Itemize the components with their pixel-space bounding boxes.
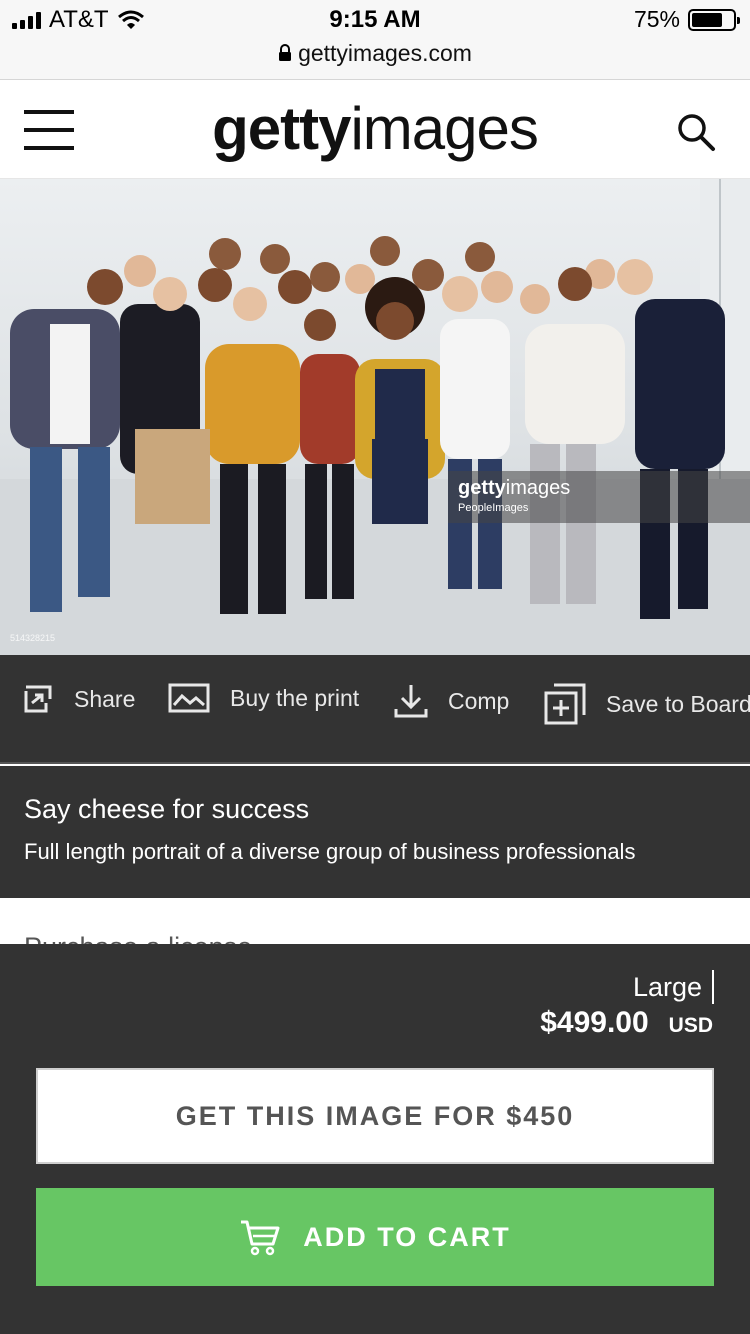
purchase-panel: Large $499.00 USD GET THIS IMAGE FOR $45… — [0, 944, 750, 1334]
group-photo-illustration — [0, 179, 750, 655]
size-selector[interactable]: Large — [633, 970, 714, 1004]
share-label: Share — [74, 685, 136, 712]
buy-print-button[interactable]: Buy the print — [168, 683, 359, 713]
photographer-credit: PeopleImages — [458, 502, 529, 514]
add-to-cart-button[interactable]: ADD TO CART — [36, 1188, 714, 1286]
get-image-button[interactable]: GET THIS IMAGE FOR $450 — [36, 1068, 714, 1164]
add-to-cart-label: ADD TO CART — [303, 1221, 511, 1252]
battery-area: 75% — [633, 6, 740, 33]
getty-logo[interactable]: gettyimages — [0, 94, 750, 163]
hero-photo[interactable]: gettyimages PeopleImages 514328215 — [0, 179, 750, 655]
buy-print-label: Buy the print — [230, 684, 360, 711]
download-icon — [394, 685, 428, 718]
battery-icon — [688, 8, 740, 31]
image-description: Say cheese for success Full length portr… — [0, 766, 750, 898]
lock-icon — [279, 44, 292, 61]
share-button[interactable]: Share — [22, 683, 135, 715]
comp-download-button[interactable]: Comp — [394, 683, 509, 719]
url-text: gettyimages.com — [298, 40, 472, 66]
save-board-label: Save to Board — [606, 690, 750, 717]
license-section-peek: Purchase a license — [0, 898, 750, 944]
print-icon — [168, 683, 210, 713]
site-header: gettyimages — [0, 80, 750, 179]
image-id: 514328215 — [10, 633, 56, 643]
battery-level — [692, 12, 722, 27]
comp-label: Comp — [448, 687, 510, 714]
cart-icon — [241, 1220, 280, 1256]
add-board-icon — [544, 683, 586, 725]
size-divider — [712, 970, 714, 1004]
status-bar: AT&T 9:15 AM gettyimages.com 75% — [0, 0, 750, 80]
price-display: $499.00 USD — [540, 1006, 713, 1040]
share-icon — [24, 685, 52, 713]
watermark-logo: gettyimages — [458, 477, 740, 500]
license-heading: Purchase a license — [24, 932, 252, 944]
price-value: $499.00 — [540, 1006, 649, 1039]
watermark-logo-bold: getty — [458, 477, 506, 499]
logo-light: images — [350, 95, 538, 162]
save-to-board-button[interactable]: Save to Board — [544, 683, 750, 725]
address-bar[interactable]: gettyimages.com — [0, 40, 750, 67]
currency-label: USD — [668, 1014, 713, 1037]
size-label: Large — [632, 971, 702, 1002]
get-image-label: GET THIS IMAGE FOR $450 — [175, 1100, 575, 1131]
image-action-bar: Share Buy the print Comp Save to Board — [0, 655, 750, 764]
watermark-logo-light: images — [505, 477, 571, 499]
image-caption: Full length portrait of a diverse group … — [24, 839, 636, 864]
logo-bold: getty — [212, 95, 351, 162]
search-icon[interactable] — [676, 112, 716, 152]
image-title: Say cheese for success — [24, 794, 310, 824]
battery-percent: 75% — [633, 6, 680, 32]
watermark-badge: gettyimages PeopleImages — [448, 471, 750, 523]
